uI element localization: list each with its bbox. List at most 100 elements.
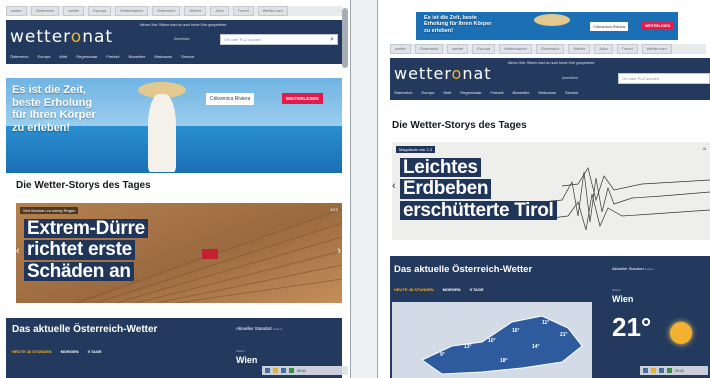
tray-icon[interactable]	[643, 368, 648, 373]
tab-today[interactable]: HEUTE 48 STUNDEN	[394, 287, 434, 292]
story-counter: 4/	[702, 146, 706, 151]
weather-title: Das aktuelle Österreich-Wetter	[12, 324, 158, 335]
menu-item[interactable]: Freizeit	[106, 54, 119, 59]
top-link[interactable]: Wetter.com	[257, 6, 288, 16]
tray-icon[interactable]	[265, 368, 270, 373]
site-logo[interactable]: wetteronat	[394, 64, 492, 83]
tray-icon[interactable]	[651, 368, 656, 373]
top-link[interactable]: wetter	[447, 44, 469, 54]
menu-item[interactable]: Biowetter	[129, 54, 146, 59]
menu-item[interactable]: Service	[181, 54, 194, 59]
weather-sublabel: Wetter	[236, 349, 245, 353]
scrollbar[interactable]	[342, 8, 348, 68]
story-kicker: Magnitude von 2,3	[396, 146, 435, 153]
top-link[interactable]: Wetterkarten	[115, 6, 148, 16]
menu-item[interactable]: Freizeit	[490, 90, 503, 95]
tab-today[interactable]: HEUTE 48 STUNDEN	[12, 349, 52, 354]
clock: 09:42	[675, 368, 684, 373]
menu-item[interactable]: Europa	[421, 90, 434, 95]
current-temperature: 21°	[612, 312, 652, 342]
top-link[interactable]: Europa	[88, 6, 112, 16]
top-link[interactable]: wetter	[390, 44, 411, 54]
map-temp: 14°	[532, 344, 540, 350]
login-link[interactable]: Anmelden	[562, 76, 578, 80]
menu-item[interactable]: Europa	[37, 54, 50, 59]
change-location-link[interactable]: ändern	[645, 267, 654, 271]
story-counter: 3/10	[330, 207, 338, 212]
weather-widget: Das aktuelle Österreich-Wetter HEUTE 48 …	[390, 256, 710, 378]
tray-icon[interactable]	[281, 368, 286, 373]
right-browser-pane: Es ist die Zeit, beste Erholung für Ihren…	[378, 0, 710, 378]
chevron-right-icon[interactable]: ›	[337, 245, 341, 257]
top-link[interactable]: wetter	[63, 6, 85, 16]
top-link[interactable]: Travel	[232, 6, 254, 16]
tray-icon[interactable]	[667, 368, 672, 373]
top-link[interactable]: Wetterkarten	[499, 44, 532, 54]
top-link[interactable]: Österreich	[30, 6, 60, 16]
city-name: Wien	[236, 355, 258, 365]
change-location-link[interactable]: ändern	[273, 327, 282, 331]
current-location-label: Aktueller Standort ändern	[612, 266, 655, 271]
chevron-left-icon[interactable]: ‹	[16, 245, 20, 257]
menu-item[interactable]: Österreich	[10, 54, 28, 59]
menu-item[interactable]: Webcams	[538, 90, 556, 95]
top-link[interactable]: Jobs	[594, 44, 613, 54]
weather-sublabel: Wetter	[612, 288, 621, 292]
story-headline: Leichtes Erdbeben erschütterte Tirol	[400, 158, 557, 222]
map-temp: 10°	[488, 338, 496, 344]
top-link[interactable]: Jobs	[210, 6, 229, 16]
menu-item[interactable]: Service	[565, 90, 578, 95]
menu-item[interactable]: Webcams	[154, 54, 172, 59]
tab-9-days[interactable]: 9 TAGE	[470, 287, 484, 292]
search-input[interactable]: Ort oder PLZ suchen ⌕	[220, 34, 338, 45]
tray-icon[interactable]	[659, 368, 664, 373]
my-places-note: Meine Orte: Bisher hast du noch keine Or…	[140, 23, 228, 27]
current-location-label: Aktueller Standort ändern	[236, 326, 283, 331]
sun-icon: o	[70, 27, 83, 47]
ad-brand-logo: Crikvenica Riviera	[206, 93, 255, 105]
search-input[interactable]: Ort oder PLZ suchen	[618, 73, 710, 84]
login-link[interactable]: Anmelden	[174, 37, 190, 41]
ad-headline: Es ist die Zeit, beste Erholung für Ihren …	[12, 84, 96, 134]
story-card[interactable]: Magnitude von 2,3 4/ Leichtes Erdbeben ers…	[392, 142, 710, 240]
menu-item[interactable]: Regenradar	[460, 90, 481, 95]
tab-tomorrow[interactable]: MORGEN	[61, 349, 79, 354]
system-tray: 09:42	[640, 366, 708, 375]
top-link[interactable]: wetter	[6, 6, 27, 16]
clock: 09:42	[297, 368, 306, 373]
ad-cta-button[interactable]: WEITERLESEN	[642, 22, 674, 30]
left-browser-pane: wetter Österreich wetter Europa Wetterka…	[0, 0, 350, 378]
ad-banner[interactable]: Es ist die Zeit, beste Erholung für Ihren …	[6, 78, 342, 173]
top-link[interactable]: Europa	[472, 44, 496, 54]
top-link[interactable]: Österreich	[152, 6, 181, 16]
ad-cta-button[interactable]: WEITERLESEN	[282, 93, 323, 104]
top-link[interactable]: Wetter	[568, 44, 591, 54]
weather-tabs: HEUTE 48 STUNDEN MORGEN 9 TAGE	[394, 287, 484, 292]
main-menu: Österreich Europa Welt Regenradar Freize…	[10, 54, 194, 59]
top-link-bar: wetter Österreich wetter Europa Wetterka…	[6, 6, 342, 16]
top-link[interactable]: Wetter	[184, 6, 207, 16]
map-temp: 9°	[440, 352, 445, 358]
top-link[interactable]: Österreich	[414, 44, 444, 54]
tray-icon[interactable]	[273, 368, 278, 373]
ad-brand-logo: Crikvenica Riviera	[590, 22, 629, 31]
ad-banner-top[interactable]: Es ist die Zeit, beste Erholung für Ihren…	[416, 12, 678, 40]
tab-tomorrow[interactable]: MORGEN	[443, 287, 461, 292]
tray-icon[interactable]	[289, 368, 294, 373]
menu-item[interactable]: Welt	[443, 90, 451, 95]
search-icon[interactable]: ⌕	[330, 36, 334, 44]
menu-item[interactable]: Biowetter	[513, 90, 530, 95]
menu-item[interactable]: Österreich	[394, 90, 412, 95]
weather-map[interactable]: 9° 13° 10° 16° 11° 14° 21° 18°	[392, 302, 592, 378]
top-link[interactable]: Österreich	[536, 44, 565, 54]
chevron-left-icon[interactable]: ‹	[392, 180, 396, 192]
top-link[interactable]: Travel	[616, 44, 638, 54]
menu-item[interactable]: Regenradar	[76, 54, 97, 59]
story-card[interactable]: Seit Wochen zu wenig Regen 3/10 Extrem-D…	[16, 203, 342, 303]
site-logo[interactable]: wetteronat	[10, 27, 113, 47]
top-link[interactable]: Wetter.com	[641, 44, 672, 54]
pane-divider[interactable]	[350, 0, 378, 378]
menu-item[interactable]: Welt	[59, 54, 67, 59]
tab-9-days[interactable]: 9 TAGE	[88, 349, 102, 354]
top-link-bar: wetter Österreich wetter Europa Wetterka…	[390, 44, 706, 54]
